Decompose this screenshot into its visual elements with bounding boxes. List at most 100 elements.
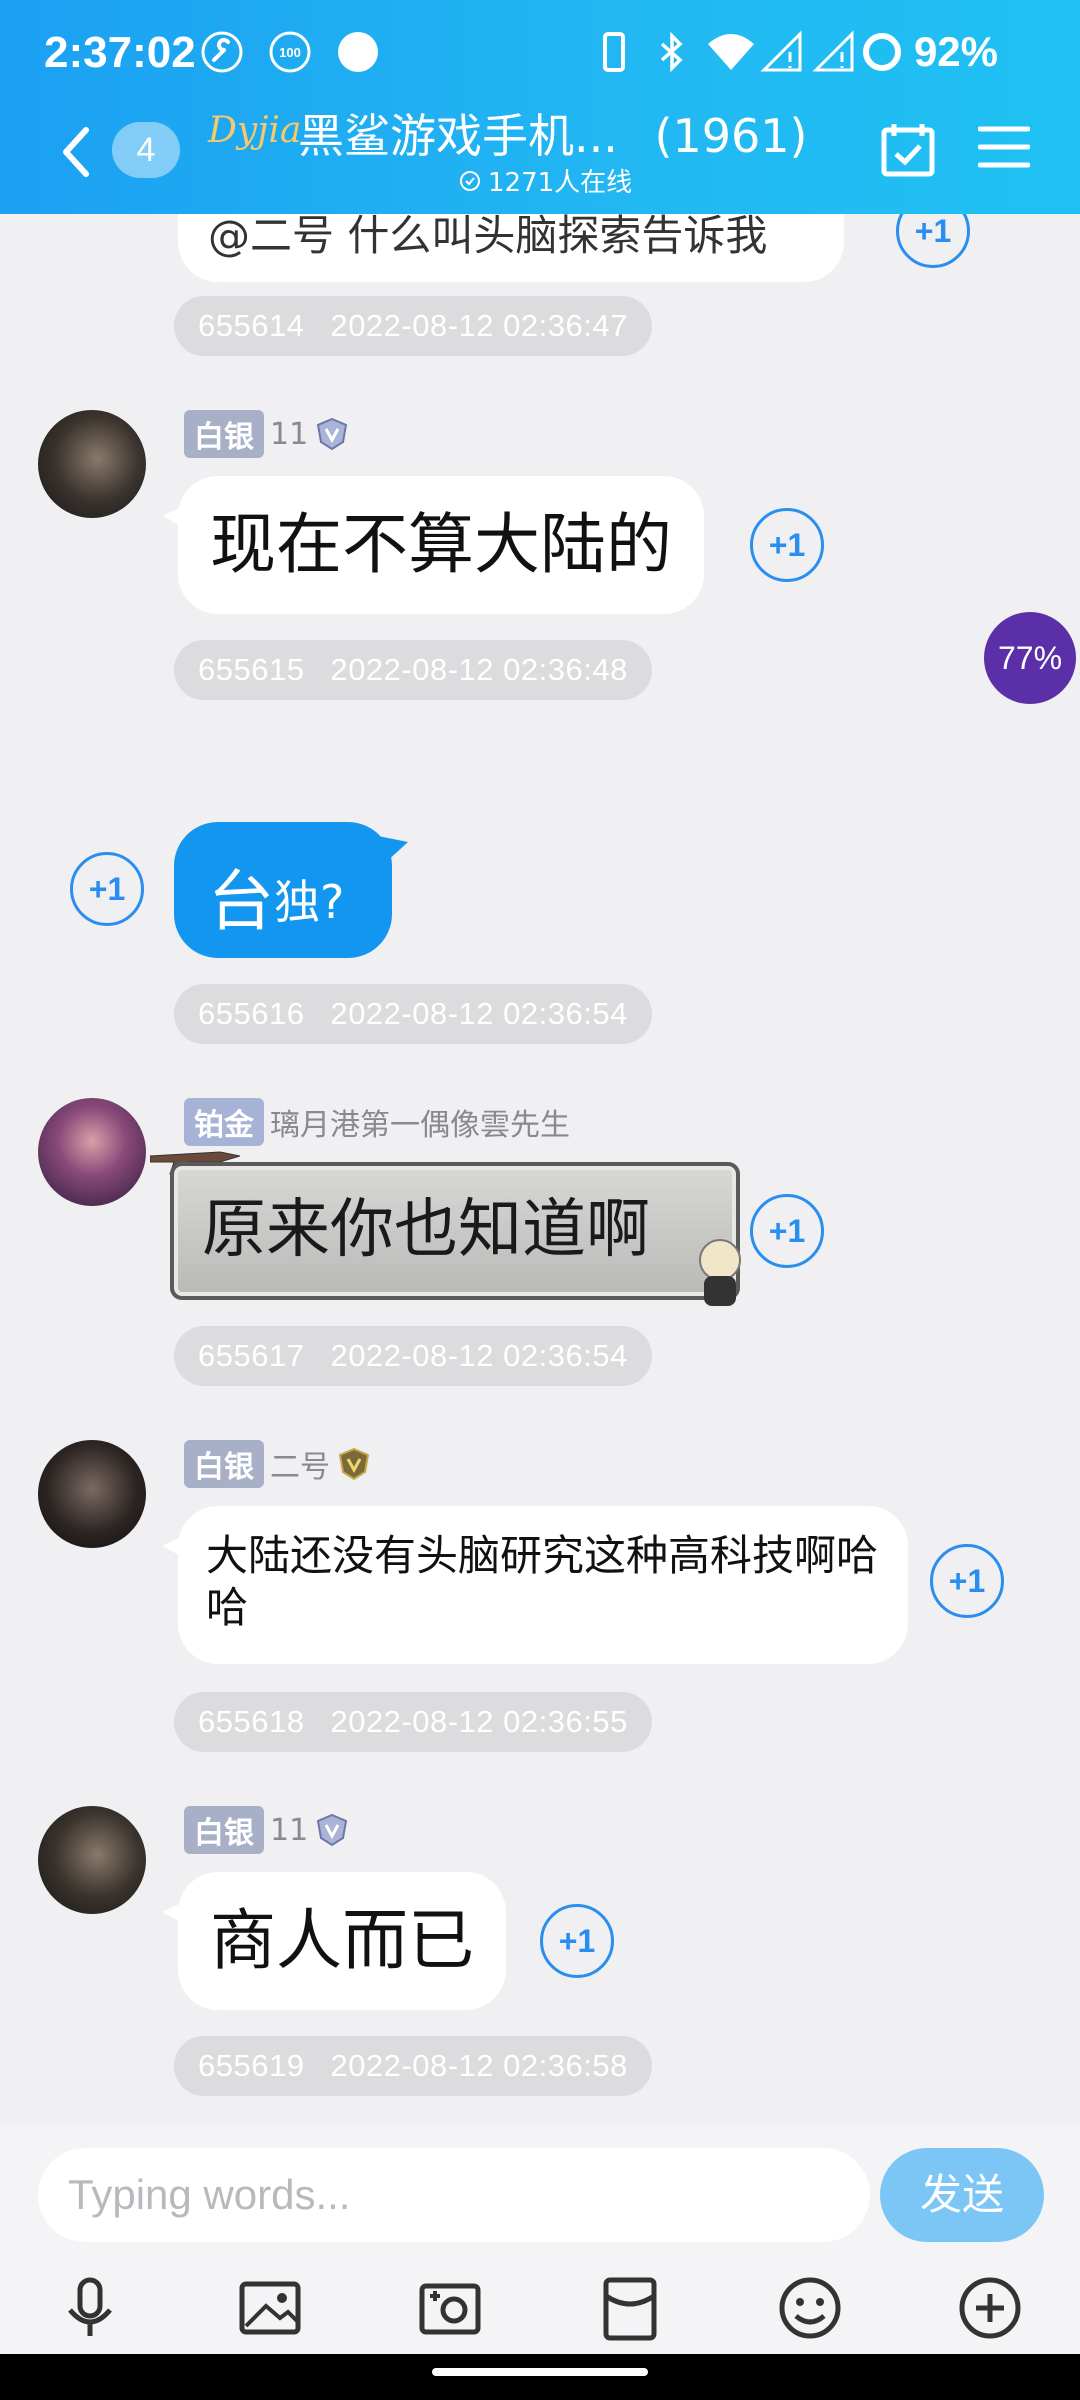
level-shield-icon bbox=[317, 1813, 348, 1847]
battery-percent: 92% bbox=[913, 28, 998, 75]
dot-icon bbox=[338, 32, 378, 72]
status-bar: 2:37:02 100 92% bbox=[0, 22, 1080, 86]
message-id: 655618 bbox=[198, 1704, 305, 1739]
avatar[interactable] bbox=[38, 410, 146, 518]
message-time: 2022-08-12 02:36:55 bbox=[330, 1704, 628, 1739]
emoji-icon[interactable] bbox=[774, 2272, 846, 2344]
message-meta: 655614 2022-08-12 02:36:47 bbox=[174, 296, 652, 356]
message-meta: 655617 2022-08-12 02:36:54 bbox=[174, 1326, 652, 1386]
rank-badge: 铂金 bbox=[184, 1098, 264, 1146]
member-count: (1961) bbox=[654, 109, 808, 163]
online-count: 1271人在线 bbox=[458, 162, 632, 199]
plus-one-button[interactable]: +1 bbox=[750, 1194, 824, 1268]
message-meta: 655615 2022-08-12 02:36:48 bbox=[174, 640, 652, 700]
bubble-tail bbox=[162, 1898, 192, 1928]
sender-name[interactable]: 11 bbox=[270, 1813, 308, 1848]
data-saver-100-icon: 100 bbox=[269, 31, 311, 73]
anime-sticker-icon bbox=[699, 1239, 741, 1306]
message-time: 2022-08-12 02:36:47 bbox=[330, 308, 628, 343]
message-time: 2022-08-12 02:36:54 bbox=[330, 996, 628, 1031]
battery-ring-icon bbox=[863, 33, 901, 71]
message-bubble[interactable]: 大陆还没有头脑研究这种高科技啊哈哈 bbox=[162, 1506, 908, 1664]
back-arrow-icon[interactable] bbox=[52, 122, 102, 182]
decorated-message-bubble[interactable]: 原来你也知道啊 bbox=[170, 1162, 740, 1300]
avatar[interactable] bbox=[38, 1440, 146, 1548]
message-meta: 655618 2022-08-12 02:36:55 bbox=[174, 1692, 652, 1752]
my-message-bubble[interactable]: 台 独? bbox=[174, 822, 408, 958]
message-time: 2022-08-12 02:36:58 bbox=[330, 2048, 628, 2083]
bubble-tail bbox=[162, 502, 192, 532]
signal-icon bbox=[760, 30, 802, 72]
input-bar: 发送 bbox=[0, 2124, 1080, 2354]
avatar[interactable] bbox=[38, 1098, 146, 1206]
message-time: 2022-08-12 02:36:54 bbox=[330, 1338, 628, 1373]
system-nav-bar bbox=[0, 2354, 1080, 2400]
sender-info: 铂金 璃月港第一偶像雲先生 bbox=[184, 1098, 570, 1146]
message-meta: 655619 2022-08-12 02:36:58 bbox=[174, 2036, 652, 2096]
plus-icon[interactable] bbox=[954, 2272, 1026, 2344]
plus-one-button[interactable]: +1 bbox=[930, 1544, 1004, 1618]
wrench-icon bbox=[201, 31, 243, 73]
plus-one-button[interactable]: +1 bbox=[896, 214, 970, 268]
message-text: 商人而已 bbox=[210, 1902, 474, 1979]
image-icon[interactable] bbox=[234, 2272, 306, 2344]
level-shield-icon bbox=[338, 1447, 370, 1481]
message-bubble[interactable]: 商人而已 bbox=[162, 1872, 506, 2010]
svg-text:100: 100 bbox=[279, 45, 301, 60]
bubble-tail bbox=[378, 836, 408, 864]
camera-icon[interactable] bbox=[414, 2272, 486, 2344]
rank-badge: 白银 bbox=[184, 410, 264, 458]
my-message-text-large: 台 bbox=[208, 863, 274, 940]
home-indicator[interactable] bbox=[432, 2368, 648, 2376]
chat-nav: 4 Dyjia 黑鲨游戏手机... (1961) 1271人在线 bbox=[0, 100, 1080, 210]
sender-info: 白银 11 bbox=[184, 410, 350, 458]
avatar[interactable] bbox=[38, 1806, 146, 1914]
phone-icon bbox=[603, 32, 625, 72]
calendar-check-icon[interactable] bbox=[878, 120, 938, 180]
level-shield-icon bbox=[317, 417, 348, 451]
sender-name[interactable]: 二号 bbox=[270, 1442, 330, 1486]
sender-name[interactable]: 璃月港第一偶像雲先生 bbox=[270, 1100, 570, 1144]
microphone-icon[interactable] bbox=[54, 2272, 126, 2344]
group-logo: Dyjia bbox=[208, 110, 302, 151]
rank-badge: 白银 bbox=[184, 1440, 264, 1488]
message-id: 655615 bbox=[198, 652, 305, 687]
sender-info: 白银 二号 bbox=[184, 1440, 372, 1488]
sender-name[interactable]: 11 bbox=[270, 417, 308, 452]
red-packet-icon[interactable] bbox=[594, 2272, 666, 2344]
partial-message-bubble[interactable]: @二号 什么叫头脑探索告诉我 bbox=[178, 214, 844, 282]
plus-one-button[interactable]: +1 bbox=[750, 508, 824, 582]
message-text: 原来你也知道啊 bbox=[202, 1193, 650, 1267]
message-id: 655614 bbox=[198, 308, 305, 343]
group-name: 黑鲨游戏手机... bbox=[298, 109, 618, 163]
wifi-icon bbox=[708, 34, 754, 70]
unread-badge[interactable]: 4 bbox=[112, 122, 180, 178]
partial-message-text: @二号 什么叫头脑探索告诉我 bbox=[208, 214, 768, 260]
group-title[interactable]: 黑鲨游戏手机... (1961) bbox=[298, 100, 807, 166]
sender-info: 白银 11 bbox=[184, 1806, 350, 1854]
bluetooth-icon bbox=[660, 31, 683, 73]
app-header: 2:37:02 100 92% 4 Dyjia 黑鲨游戏手机... (1961)… bbox=[0, 0, 1080, 214]
my-message-text-small: 独? bbox=[274, 875, 345, 929]
status-time: 2:37:02 bbox=[44, 28, 196, 77]
online-text: 1271人在线 bbox=[488, 168, 633, 198]
message-time: 2022-08-12 02:36:48 bbox=[330, 652, 628, 687]
message-id: 655617 bbox=[198, 1338, 305, 1373]
bubble-tail bbox=[162, 1532, 192, 1562]
chat-area[interactable]: @二号 什么叫头脑探索告诉我 +1 655614 2022-08-12 02:36… bbox=[0, 214, 1080, 2124]
message-id: 655619 bbox=[198, 2048, 305, 2083]
message-bubble[interactable]: 现在不算大陆的 bbox=[162, 476, 704, 614]
message-meta: 655616 2022-08-12 02:36:54 bbox=[174, 984, 652, 1044]
plus-one-button[interactable]: +1 bbox=[540, 1904, 614, 1978]
plus-one-button[interactable]: +1 bbox=[70, 852, 144, 926]
send-button[interactable]: 发送 bbox=[880, 2148, 1044, 2242]
message-id: 655616 bbox=[198, 996, 305, 1031]
message-text: 现在不算大陆的 bbox=[210, 506, 672, 583]
signal-icon bbox=[812, 30, 854, 72]
message-input[interactable] bbox=[38, 2148, 870, 2242]
message-text: 大陆还没有头脑研究这种高科技啊哈哈 bbox=[206, 1531, 879, 1632]
progress-percent-badge[interactable]: 77% bbox=[984, 612, 1076, 704]
menu-icon[interactable] bbox=[978, 124, 1030, 170]
check-circle-icon bbox=[460, 170, 480, 191]
rank-badge: 白银 bbox=[184, 1806, 264, 1854]
